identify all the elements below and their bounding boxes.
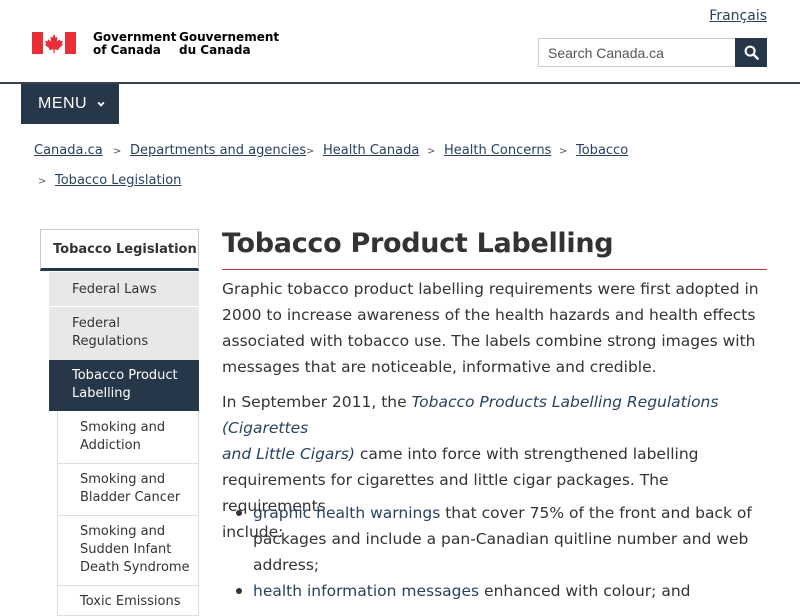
sidenav-item-label: Federal [72, 316, 120, 331]
bullet-icon [236, 588, 242, 594]
sidenav-item-label: Bladder Cancer [80, 490, 181, 505]
breadcrumb-health-canada[interactable]: Health Canada [323, 143, 419, 158]
title-underline [222, 269, 767, 270]
list-line: graphic health warnings that cover 75% o… [253, 500, 767, 526]
sidenav-item-federal-regulations[interactable]: Federal Regulations [49, 307, 199, 360]
signature-french: Gouvernement du Canada [179, 31, 279, 57]
sidenav-item-smoking-sids[interactable]: Smoking and Sudden Infant Death Syndrome [57, 516, 199, 586]
paragraph-line: associated with tobacco use. The labels … [222, 332, 756, 350]
list-line: address; [253, 556, 320, 574]
breadcrumb-separator: > [427, 146, 436, 157]
list-line: health information messages enhanced wit… [253, 578, 767, 604]
regulations-link-continued[interactable]: and Little Cigars) [222, 445, 355, 463]
breadcrumb-tobacco[interactable]: Tobacco [576, 143, 628, 158]
list-text: enhanced with colour; and [479, 582, 691, 600]
breadcrumb-health-concerns[interactable]: Health Concerns [444, 143, 551, 158]
sidenav-item-label: Smoking and [80, 524, 166, 539]
paragraph-line: messages that are noticeable, informativ… [222, 358, 657, 376]
menu-label: MENU [38, 95, 88, 112]
sidenav-item-label: Toxic Emissions [80, 594, 181, 609]
chevron-down-icon [97, 101, 105, 107]
signature-fr-line-2: du Canada [179, 43, 251, 57]
search-button[interactable] [735, 38, 767, 67]
search-form [538, 38, 767, 67]
sidenav-item-label: Labelling [72, 386, 131, 401]
canada-flag-icon [32, 32, 76, 54]
paragraph-line: In September 2011, the Tobacco Products … [222, 389, 767, 441]
breadcrumb-separator: > [38, 176, 47, 187]
breadcrumb-separator: > [306, 146, 315, 157]
sidenav-item-toxic-emissions[interactable]: Toxic Emissions [57, 586, 199, 616]
paragraph-text: In September 2011, the [222, 393, 412, 411]
paragraph-line: and Little Cigars) came into force with … [222, 441, 767, 467]
sidenav-item-smoking-addiction[interactable]: Smoking and Addiction [57, 411, 199, 464]
menu-button[interactable]: MENU [21, 84, 119, 124]
list-item-text: graphic health warnings that cover 75% o… [253, 500, 767, 578]
sidenav-item-smoking-bladder-cancer[interactable]: Smoking and Bladder Cancer [57, 464, 199, 516]
intro-paragraph: Graphic tobacco product labelling requir… [222, 276, 767, 380]
search-input[interactable] [538, 38, 735, 67]
paragraph-line: 2000 to increase awareness of the health… [222, 306, 756, 324]
signature-en-line-2: of Canada [93, 43, 161, 57]
sidenav-item-label: Smoking and [80, 420, 166, 435]
graphic-health-warnings-link[interactable]: graphic health warnings [253, 504, 440, 522]
breadcrumb-separator: > [113, 146, 122, 157]
breadcrumb-tobacco-legislation[interactable]: Tobacco Legislation [55, 173, 181, 188]
signature-english: Government of Canada [93, 31, 176, 57]
health-information-messages-link[interactable]: health information messages [253, 582, 479, 600]
paragraph-text: came into force with strengthened labell… [354, 445, 699, 463]
list-text: that cover 75% of the front and back of [440, 504, 752, 522]
breadcrumb-departments[interactable]: Departments and agencies [130, 143, 306, 158]
section-menu-heading[interactable]: Tobacco Legislation [40, 229, 199, 271]
list-line: packages and include a pan-Canadian quit… [253, 530, 749, 548]
sidenav-item-federal-laws[interactable]: Federal Laws [49, 272, 199, 307]
language-toggle-link[interactable]: Français [709, 8, 767, 24]
breadcrumb-canada[interactable]: Canada.ca [34, 143, 103, 158]
sidenav-item-label: Smoking and [80, 472, 166, 487]
sidenav-item-label: Tobacco Product [72, 368, 178, 383]
header-divider [0, 82, 800, 84]
sidenav-item-label: Regulations [72, 334, 149, 349]
paragraph-line: Graphic tobacco product labelling requir… [222, 280, 759, 298]
sidenav-item-label: Death Syndrome [80, 560, 190, 575]
sidenav-item-label: Addiction [80, 438, 141, 453]
list-item-text: health information messages enhanced wit… [253, 578, 767, 604]
page-title: Tobacco Product Labelling [222, 228, 614, 259]
bullet-icon [236, 510, 242, 516]
breadcrumb-separator: > [559, 146, 568, 157]
search-icon [744, 45, 759, 60]
sidenav-item-label: Sudden Infant [80, 542, 172, 557]
sidenav-item-tobacco-product-labelling[interactable]: Tobacco Product Labelling [49, 360, 199, 411]
sidenav-item-label: Federal Laws [72, 282, 157, 297]
